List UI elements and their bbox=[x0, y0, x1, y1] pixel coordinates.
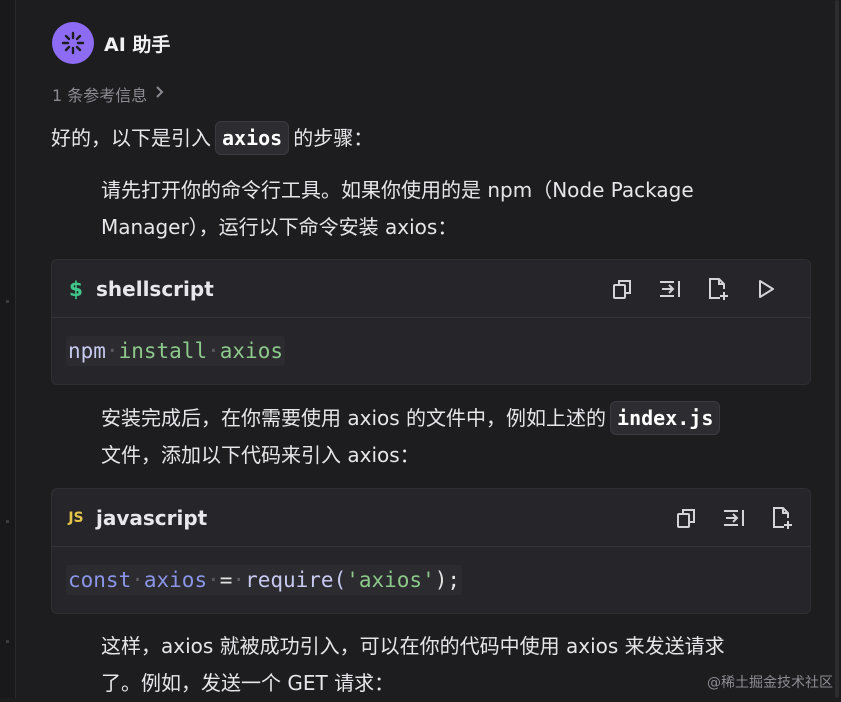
intro-paragraph: 好的，以下是引入axios的步骤： bbox=[51, 120, 373, 157]
code-language: javascript bbox=[96, 506, 207, 530]
left-gutter bbox=[0, 0, 16, 698]
sparkle-icon bbox=[60, 30, 86, 56]
copy-button[interactable] bbox=[598, 272, 646, 306]
code-actions bbox=[662, 501, 810, 535]
copy-icon bbox=[612, 278, 632, 300]
gutter-mark bbox=[6, 640, 9, 643]
step2-line2: 文件，添加以下代码来引入 axios： bbox=[101, 437, 801, 474]
code-token: const bbox=[68, 568, 131, 592]
code-token: install bbox=[119, 339, 208, 363]
new-file-button[interactable] bbox=[694, 272, 742, 306]
code-block-body[interactable]: const·axios·=·require('axios'); bbox=[52, 547, 810, 613]
code-block-shell: $ shellscript npm·install·axios bbox=[51, 259, 811, 385]
code-language: shellscript bbox=[96, 277, 214, 301]
insert-icon bbox=[658, 279, 682, 299]
gutter-mark bbox=[6, 300, 9, 303]
step1-paragraph: 请先打开你的命令行工具。如果你使用的是 npm（Node Package Man… bbox=[101, 172, 801, 246]
step2-line1: 安装完成后，在你需要使用 axios 的文件中，例如上述的 bbox=[101, 406, 606, 430]
watermark: @稀土掘金技术社区 bbox=[707, 672, 833, 692]
run-icon bbox=[757, 279, 775, 299]
step2-paragraph: 安装完成后，在你需要使用 axios 的文件中，例如上述的index.js 文件… bbox=[101, 400, 801, 474]
intro-text-before: 好的，以下是引入 bbox=[51, 126, 211, 150]
code-block-header: JS javascript bbox=[52, 489, 810, 547]
insert-button[interactable] bbox=[646, 272, 694, 306]
js-icon: JS bbox=[66, 510, 86, 526]
step1-line1: 请先打开你的命令行工具。如果你使用的是 npm（Node Package bbox=[101, 172, 801, 209]
new-file-icon bbox=[707, 277, 729, 301]
code-token: = bbox=[220, 568, 233, 592]
code-block-body[interactable]: npm·install·axios bbox=[52, 318, 810, 384]
code-token: 'axios' bbox=[346, 568, 435, 592]
references-label: 1 条参考信息 bbox=[52, 82, 147, 106]
code-line: npm·install·axios bbox=[66, 336, 285, 366]
new-file-icon bbox=[771, 506, 793, 530]
code-token: axios bbox=[144, 568, 207, 592]
code-actions bbox=[598, 272, 810, 306]
copy-icon bbox=[676, 507, 696, 529]
code-line: const·axios·=·require('axios'); bbox=[66, 565, 462, 595]
code-token: npm bbox=[68, 339, 106, 363]
step2-line1-row: 安装完成后，在你需要使用 axios 的文件中，例如上述的index.js bbox=[101, 400, 801, 437]
copy-button[interactable] bbox=[662, 501, 710, 535]
step1-line2: Manager），运行以下命令安装 axios： bbox=[101, 209, 801, 246]
assistant-header: AI 助手 bbox=[52, 22, 170, 64]
new-file-button[interactable] bbox=[758, 501, 806, 535]
chevron-right-icon bbox=[155, 85, 165, 103]
intro-text-after: 的步骤： bbox=[293, 126, 373, 150]
scrollbar[interactable] bbox=[831, 0, 841, 698]
code-block-javascript: JS javascript const·axios·=·require('axi… bbox=[51, 488, 811, 614]
references-link[interactable]: 1 条参考信息 bbox=[52, 82, 165, 106]
run-button[interactable] bbox=[742, 272, 790, 306]
insert-button[interactable] bbox=[710, 501, 758, 535]
scrollbar-thumb[interactable] bbox=[835, 0, 839, 698]
code-token: require( bbox=[245, 568, 346, 592]
assistant-name: AI 助手 bbox=[104, 30, 170, 57]
code-token: axios bbox=[220, 339, 283, 363]
avatar bbox=[52, 22, 94, 64]
insert-icon bbox=[722, 508, 746, 528]
dollar-icon: $ bbox=[66, 277, 86, 301]
step3-line1: 这样，axios 就被成功引入，可以在你的代码中使用 axios 来发送请求 bbox=[101, 628, 821, 665]
inline-code-index-js: index.js bbox=[610, 401, 720, 435]
gutter-mark bbox=[6, 520, 9, 523]
code-token: ); bbox=[435, 568, 460, 592]
code-block-header: $ shellscript bbox=[52, 260, 810, 318]
inline-code-axios: axios bbox=[215, 121, 289, 155]
